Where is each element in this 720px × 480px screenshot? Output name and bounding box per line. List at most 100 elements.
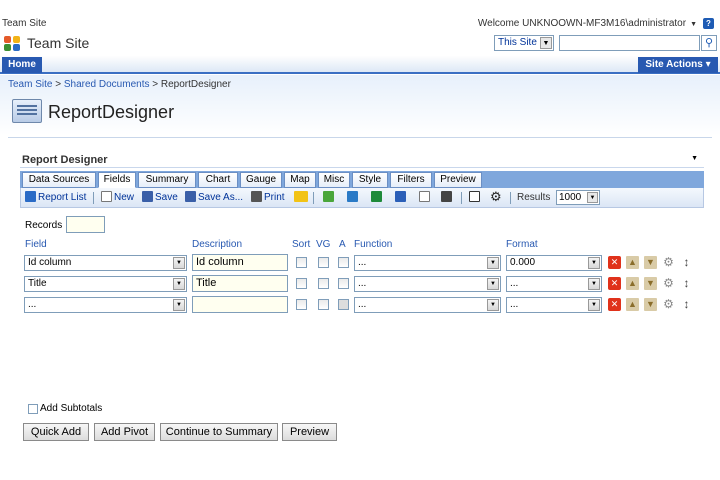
field-select[interactable]: Title ▼ (24, 276, 187, 292)
sort-checkbox[interactable] (296, 299, 307, 310)
description-input[interactable] (192, 296, 288, 313)
tab-summary[interactable]: Summary (138, 172, 196, 188)
search-input[interactable] (559, 35, 700, 51)
new-label: New (114, 192, 135, 203)
chevron-down-icon: ▼ (690, 21, 697, 28)
records-input[interactable] (66, 216, 105, 233)
top-site-link[interactable]: Team Site (2, 18, 46, 29)
tab-chart[interactable]: Chart (198, 172, 238, 188)
function-select-value: ... (358, 278, 367, 289)
tab-filters[interactable]: Filters (390, 172, 432, 188)
save-button[interactable]: Save (142, 191, 178, 205)
tab-preview[interactable]: Preview (434, 172, 482, 188)
new-button[interactable]: New (101, 191, 134, 205)
results-value: 1000 (559, 192, 582, 203)
add-subtotals-checkbox[interactable] (28, 404, 38, 414)
format-select[interactable]: ... ▼ (506, 297, 602, 313)
search-scope-value: This Site (498, 37, 537, 48)
tab-gauge[interactable]: Gauge (240, 172, 282, 188)
export-xml-icon (347, 191, 358, 202)
description-input[interactable]: Title (192, 275, 288, 292)
chevron-down-icon: ▼ (588, 299, 600, 311)
site-actions-menu[interactable]: Site Actions ▾ (638, 57, 718, 73)
search-scope-select[interactable]: This Site ▼ (494, 35, 554, 51)
tab-fields[interactable]: Fields (98, 172, 136, 188)
webpart-menu-icon[interactable]: ▼ (691, 155, 698, 162)
tab-style[interactable]: Style (352, 172, 388, 188)
format-select[interactable]: ... ▼ (506, 276, 602, 292)
save-as-button[interactable]: Save As... (185, 191, 243, 205)
export-excel-button[interactable] (371, 191, 384, 205)
tab-data-sources[interactable]: Data Sources (22, 172, 96, 188)
site-title[interactable]: Team Site (27, 35, 89, 51)
help-icon[interactable]: ? (703, 18, 714, 29)
report-list-label: Report List (38, 192, 87, 203)
a-checkbox[interactable] (338, 257, 349, 268)
move-up-icon[interactable]: ▲ (626, 277, 639, 290)
drag-handle-icon[interactable]: ↕ (680, 256, 693, 269)
breadcrumb-team-site[interactable]: Team Site (8, 79, 52, 90)
page-title: ReportDesigner (48, 102, 175, 122)
report-list-button[interactable]: Report List (25, 191, 86, 205)
settings-gear-icon[interactable]: ⚙ (490, 190, 502, 204)
drag-handle-icon[interactable]: ↕ (680, 298, 693, 311)
move-up-icon[interactable]: ▲ (626, 298, 639, 311)
vg-checkbox[interactable] (318, 299, 329, 310)
toolbar-separator (510, 192, 511, 204)
chevron-down-icon: ▼ (587, 192, 598, 203)
preview-button[interactable]: Preview (282, 423, 337, 441)
move-down-icon[interactable]: ▼ (644, 277, 657, 290)
quick-add-button[interactable]: Quick Add (23, 423, 89, 441)
function-select[interactable]: ... ▼ (354, 255, 501, 271)
export-csv-button[interactable] (323, 191, 336, 205)
toolbar-separator (93, 192, 94, 204)
delete-icon[interactable]: ✕ (608, 298, 621, 311)
tab-map[interactable]: Map (284, 172, 316, 188)
continue-to-summary-button[interactable]: Continue to Summary (160, 423, 278, 441)
chevron-down-icon: ▼ (588, 257, 600, 269)
export-word-button[interactable] (395, 191, 408, 205)
delete-icon[interactable]: ✕ (608, 277, 621, 290)
divider (8, 137, 712, 138)
function-select[interactable]: ... ▼ (354, 276, 501, 292)
delete-icon[interactable]: ✕ (608, 256, 621, 269)
field-select[interactable]: ... ▼ (24, 297, 187, 313)
sql-button[interactable] (294, 191, 310, 205)
rtf-icon (441, 191, 452, 202)
chevron-down-icon: ▼ (487, 299, 499, 311)
move-up-icon[interactable]: ▲ (626, 256, 639, 269)
row-settings-gear-icon[interactable]: ⚙ (662, 256, 675, 269)
column-header-sort: Sort (292, 239, 311, 250)
breadcrumb-shared-documents[interactable]: Shared Documents (64, 79, 150, 90)
results-label: Results (517, 192, 551, 203)
export-xml-button[interactable] (347, 191, 360, 205)
welcome-menu[interactable]: Welcome UNKNOOWN-MF3M16\administrator ▼? (478, 18, 714, 29)
results-select[interactable]: 1000 ▼ (556, 190, 600, 205)
row-settings-gear-icon[interactable]: ⚙ (662, 298, 675, 311)
print-button[interactable]: Print (251, 191, 285, 205)
description-input[interactable]: Id column (192, 254, 288, 271)
save-as-icon (185, 191, 196, 202)
export-rtf-button[interactable] (441, 191, 454, 205)
drag-handle-icon[interactable]: ↕ (680, 277, 693, 290)
a-checkbox[interactable] (338, 299, 349, 310)
row-settings-gear-icon[interactable]: ⚙ (662, 277, 675, 290)
export-text-button[interactable] (419, 191, 432, 205)
add-pivot-button[interactable]: Add Pivot (94, 423, 155, 441)
move-down-icon[interactable]: ▼ (644, 298, 657, 311)
tab-home[interactable]: Home (2, 57, 42, 73)
vg-checkbox[interactable] (318, 278, 329, 289)
function-select[interactable]: ... ▼ (354, 297, 501, 313)
move-down-icon[interactable]: ▼ (644, 256, 657, 269)
search-icon[interactable]: ⚲ (701, 35, 717, 51)
tab-misc[interactable]: Misc (318, 172, 350, 188)
sort-checkbox[interactable] (296, 278, 307, 289)
excel-icon (371, 191, 382, 202)
vg-checkbox[interactable] (318, 257, 329, 268)
email-button[interactable] (469, 191, 482, 205)
a-checkbox[interactable] (338, 278, 349, 289)
site-logo-icon (4, 36, 22, 52)
field-select[interactable]: Id column ▼ (24, 255, 187, 271)
format-select[interactable]: 0.000 ▼ (506, 255, 602, 271)
sort-checkbox[interactable] (296, 257, 307, 268)
